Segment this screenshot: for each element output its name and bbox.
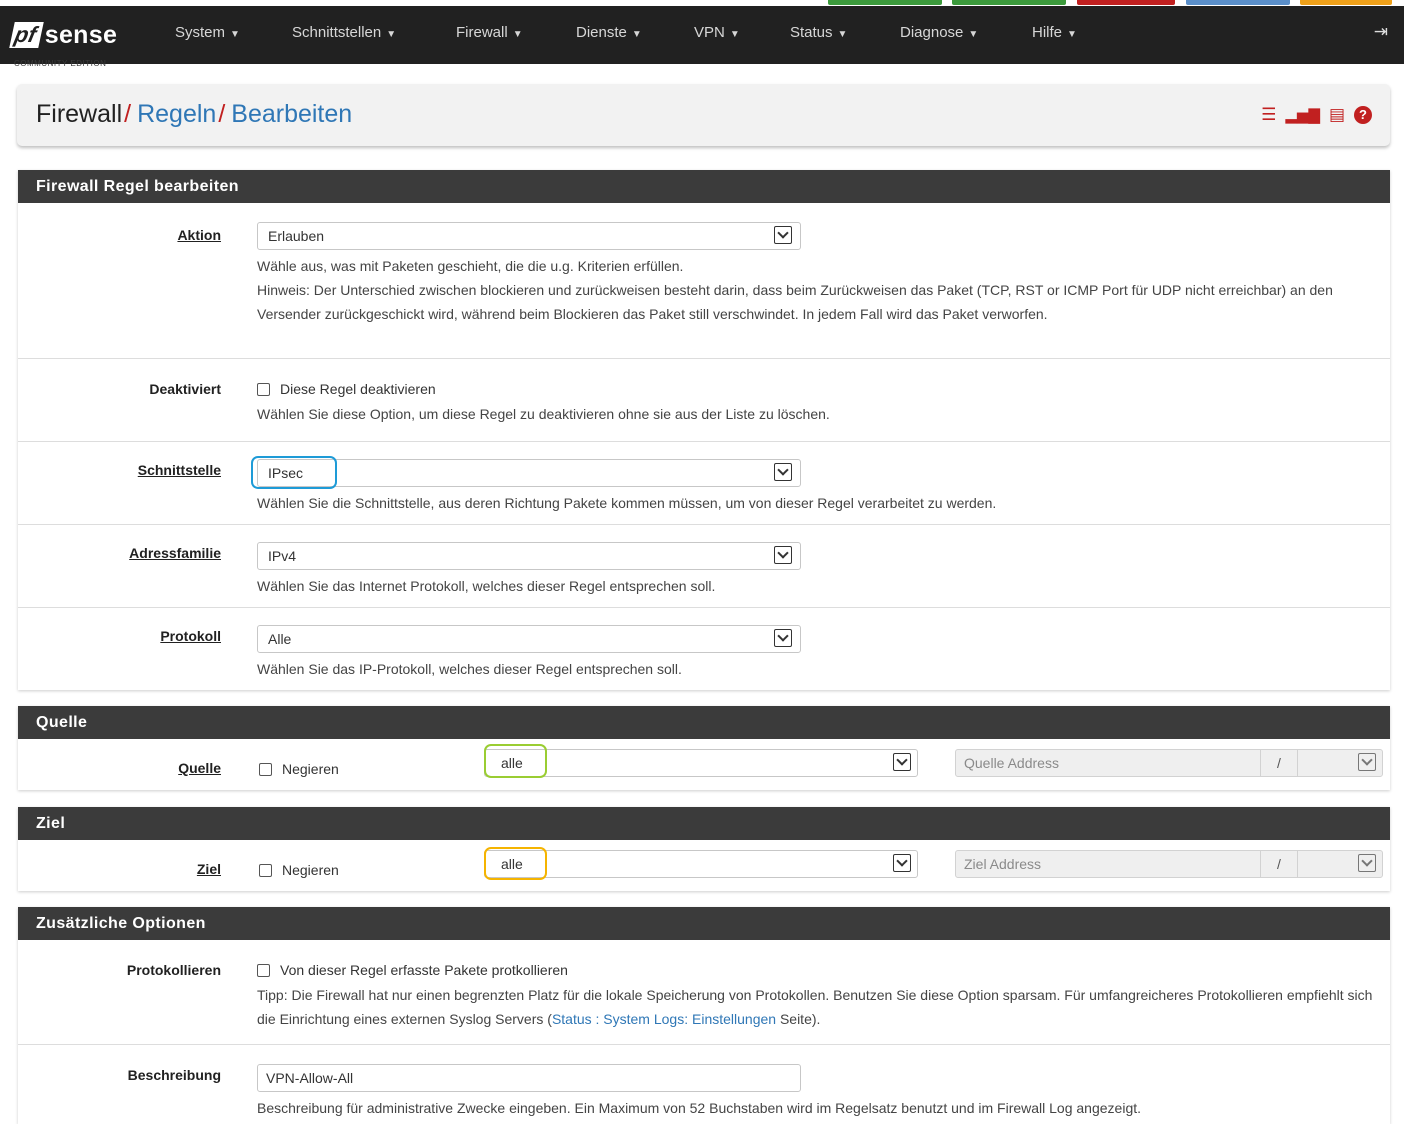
description-help: Beschreibung für administrative Zwecke e… xyxy=(257,1100,1142,1116)
chevron-down-icon xyxy=(774,226,792,244)
nav-diagnose[interactable]: Diagnose ▼ xyxy=(900,24,978,41)
bar-chart-icon[interactable]: ▂▅▇ xyxy=(1285,106,1320,124)
address-family-help: Wählen Sie das Internet Protokoll, welch… xyxy=(257,578,716,594)
panel-heading: Zusätzliche Optionen xyxy=(18,907,1390,940)
action-help: Wähle aus, was mit Paketen geschieht, di… xyxy=(257,258,1333,322)
caret-down-icon: ▼ xyxy=(729,29,740,40)
chevron-down-icon xyxy=(1358,854,1376,872)
breadcrumb: Firewall/Regeln/Bearbeiten xyxy=(36,100,353,128)
nav-hilfe[interactable]: Hilfe ▼ xyxy=(1032,24,1077,41)
caret-down-icon: ▼ xyxy=(512,29,523,40)
destination-address-input[interactable]: Ziel Address xyxy=(955,850,1261,878)
destination-type-select[interactable]: alle xyxy=(484,850,918,878)
destination-type-highlight xyxy=(484,847,547,880)
destination-label[interactable]: Ziel xyxy=(197,861,221,877)
caret-down-icon: ▼ xyxy=(386,29,397,40)
rule-edit-panel: Firewall Regel bearbeiten Aktion Erlaube… xyxy=(18,170,1390,690)
source-mask-select[interactable] xyxy=(1297,749,1383,777)
source-panel: Quelle Quelle Negieren alle Quelle Addre… xyxy=(18,706,1390,790)
destination-panel: Ziel Ziel Negieren alle Ziel Address / xyxy=(18,807,1390,891)
breadcrumb-bearbeiten-link[interactable]: Bearbeiten xyxy=(231,100,352,128)
breadcrumb-panel: Firewall/Regeln/Bearbeiten ☰ ▂▅▇ ▤ ? xyxy=(17,84,1390,146)
log-help: Tipp: Die Firewall hat nur einen begrenz… xyxy=(257,987,1373,1027)
chevron-down-icon xyxy=(774,629,792,647)
chevron-down-icon xyxy=(893,753,911,771)
nav-schnittstellen[interactable]: Schnittstellen ▼ xyxy=(292,24,396,41)
nav-status[interactable]: Status ▼ xyxy=(790,24,847,41)
breadcrumb-root: Firewall xyxy=(36,100,123,128)
destination-negate-checkbox[interactable]: Negieren xyxy=(259,862,339,878)
sliders-icon[interactable]: ☰ xyxy=(1261,105,1276,125)
sign-out-icon[interactable]: ⇥ xyxy=(1374,22,1388,42)
address-family-row: Adressfamilie IPv4 Wählen Sie das Intern… xyxy=(18,525,1390,608)
disabled-label: Deaktiviert xyxy=(149,381,221,397)
destination-row: Ziel Negieren alle Ziel Address / xyxy=(18,840,1390,891)
action-row: Aktion Erlauben Wähle aus, was mit Paket… xyxy=(18,203,1390,359)
help-circle-icon[interactable]: ? xyxy=(1354,106,1372,124)
description-input[interactable]: VPN-Allow-All xyxy=(257,1064,801,1092)
nav-vpn[interactable]: VPN ▼ xyxy=(694,24,740,41)
logo-sense-text: sense xyxy=(44,20,118,49)
interface-row: Schnittstelle IPsec Wählen Sie die Schni… xyxy=(18,442,1390,525)
chevron-down-icon xyxy=(774,463,792,481)
extra-options-panel: Zusätzliche Optionen Protokollieren Von … xyxy=(18,907,1390,1124)
checkbox-box[interactable] xyxy=(259,863,272,877)
source-negate-checkbox[interactable]: Negieren xyxy=(259,761,339,777)
caret-down-icon: ▼ xyxy=(230,29,240,40)
edition-label: COMMUNITY EDITION xyxy=(14,59,107,68)
cidr-slash: / xyxy=(1260,850,1298,878)
logo-pf-mark: pf xyxy=(9,22,44,48)
log-packets-checkbox[interactable]: Von dieser Regel erfasste Pakete protkol… xyxy=(257,962,1378,978)
interface-select[interactable]: IPsec xyxy=(257,459,801,487)
cidr-slash: / xyxy=(1260,749,1298,777)
address-family-label[interactable]: Adressfamilie xyxy=(129,545,221,561)
pfsense-logo[interactable]: pf sense xyxy=(9,20,118,50)
chevron-down-icon xyxy=(893,854,911,872)
action-label[interactable]: Aktion xyxy=(177,227,221,243)
description-row: Beschreibung VPN-Allow-All Beschreibung … xyxy=(18,1045,1390,1124)
description-label: Beschreibung xyxy=(127,1067,221,1083)
protocol-label[interactable]: Protokoll xyxy=(160,628,221,644)
chevron-down-icon xyxy=(1358,753,1376,771)
source-label[interactable]: Quelle xyxy=(178,760,221,776)
panel-heading: Quelle xyxy=(18,706,1390,739)
address-family-select[interactable]: IPv4 xyxy=(257,542,801,570)
source-address-input[interactable]: Quelle Address xyxy=(955,749,1261,777)
interface-highlight xyxy=(251,456,337,489)
panel-heading: Firewall Regel bearbeiten xyxy=(18,170,1390,203)
log-row: Protokollieren Von dieser Regel erfasste… xyxy=(18,940,1390,1045)
list-table-icon[interactable]: ▤ xyxy=(1329,105,1345,125)
caret-down-icon: ▼ xyxy=(837,29,848,40)
checkbox-box[interactable] xyxy=(257,963,270,977)
caret-down-icon: ▼ xyxy=(1067,29,1077,40)
protocol-row: Protokoll Alle Wählen Sie das IP-Protoko… xyxy=(18,608,1390,690)
source-type-select[interactable]: alle xyxy=(484,749,918,777)
caret-down-icon: ▼ xyxy=(968,29,979,40)
source-row: Quelle Negieren alle Quelle Address / xyxy=(18,739,1390,790)
destination-mask-select[interactable] xyxy=(1297,850,1383,878)
panel-heading: Ziel xyxy=(18,807,1390,840)
checkbox-box[interactable] xyxy=(259,762,272,776)
top-navbar: pf sense System ▼ Schnittstellen ▼ Firewal… xyxy=(0,6,1404,64)
disabled-help: Wählen Sie diese Option, um diese Regel … xyxy=(257,406,830,422)
interface-label[interactable]: Schnittstelle xyxy=(138,462,221,478)
nav-dienste[interactable]: Dienste ▼ xyxy=(576,24,642,41)
log-label: Protokollieren xyxy=(126,962,221,978)
system-logs-settings-link[interactable]: Status : System Logs: Einstellungen xyxy=(552,1011,776,1027)
action-select[interactable]: Erlauben xyxy=(257,222,801,250)
source-type-highlight xyxy=(484,744,547,778)
nav-firewall[interactable]: Firewall ▼ xyxy=(456,24,523,41)
protocol-help: Wählen Sie das IP-Protokoll, welches die… xyxy=(257,661,682,677)
caret-down-icon: ▼ xyxy=(631,29,642,40)
disabled-row: Deaktiviert Diese Regel deaktivieren Wäh… xyxy=(18,359,1390,442)
chevron-down-icon xyxy=(774,546,792,564)
disable-rule-checkbox[interactable]: Diese Regel deaktivieren xyxy=(257,381,1378,397)
interface-help: Wählen Sie die Schnittstelle, aus deren … xyxy=(257,495,997,511)
breadcrumb-icons: ☰ ▂▅▇ ▤ ? xyxy=(1261,105,1372,125)
checkbox-box[interactable] xyxy=(257,382,270,396)
breadcrumb-regeln-link[interactable]: Regeln xyxy=(137,100,216,128)
protocol-select[interactable]: Alle xyxy=(257,625,801,653)
nav-system[interactable]: System ▼ xyxy=(175,24,240,41)
